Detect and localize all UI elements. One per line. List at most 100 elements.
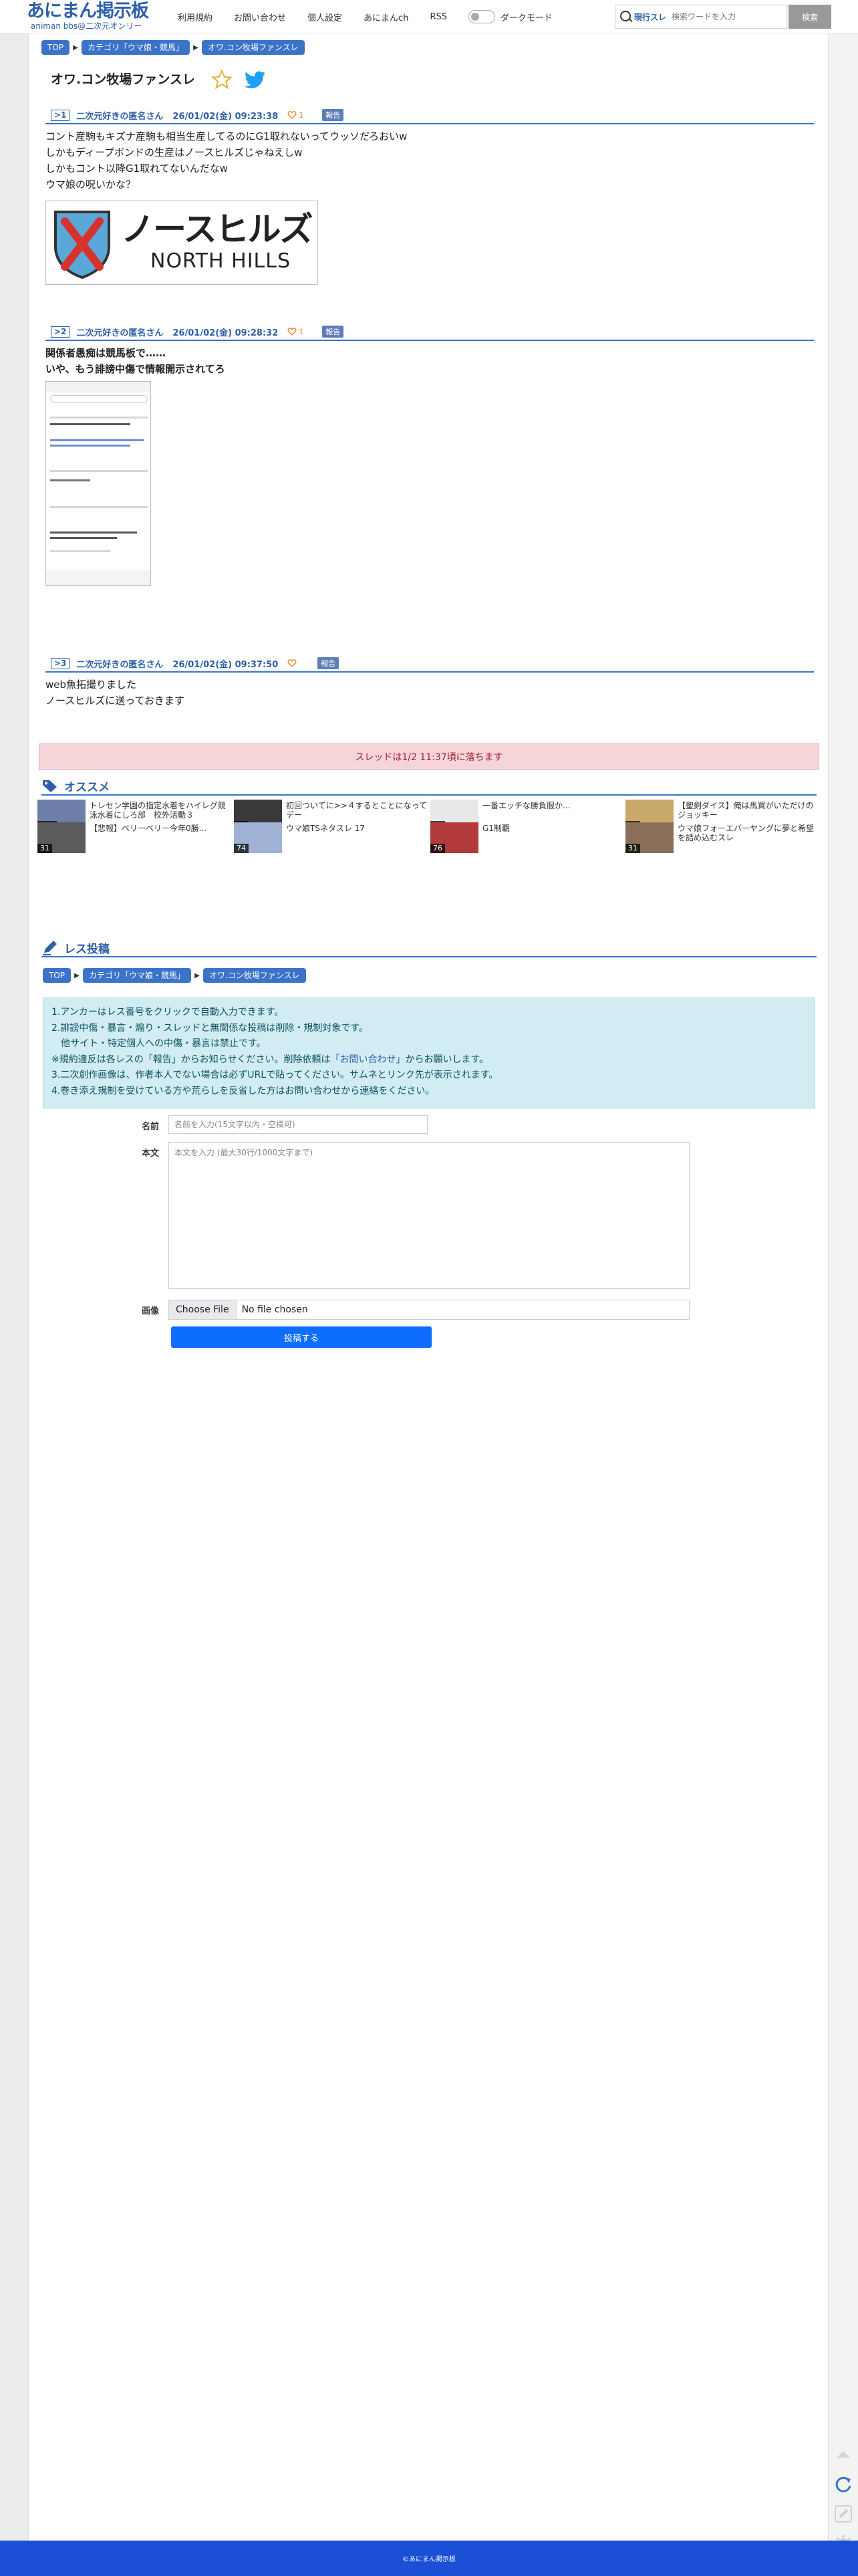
favorite-star-icon[interactable] [211,69,233,90]
post-number[interactable]: >3 [51,657,70,669]
recommend-header: オススメ [41,777,817,796]
site-logo[interactable]: あにまん掲示板 animan bbs@二次元オンリー [27,1,167,32]
dark-mode-label: ダークモード [500,13,553,23]
body-textarea[interactable] [168,1142,690,1289]
nav-settings[interactable]: 個人設定 [307,11,342,23]
breadcrumb-thread[interactable]: オワ.コン牧場ファンスレ [202,40,305,55]
report-button[interactable]: 報告 [322,326,344,338]
search-icon [615,5,634,28]
post-3: >3 二次元好きの匿名さん 26/01/02(金) 09:37:50 報告 we… [45,655,814,715]
like-heart-icon[interactable] [287,659,297,667]
post-body: コント産駒もキズナ産駒も相当生産してるのにG1取れないってウッソだろおいw しか… [45,124,814,193]
recommend-item[interactable]: 31 【悲報】ベリーベリー今年0勝... [37,822,231,853]
shot-line [50,439,144,441]
breadcrumb-category[interactable]: カテゴリ「ウマ娘・競馬」 [83,968,192,983]
breadcrumb-form: TOP ▶ カテゴリ「ウマ娘・競馬」 ▶ オワ.コン牧場ファンスレ [43,968,306,983]
post-1: >1 二次元好きの匿名さん 26/01/02(金) 09:23:38 1 報告 … [45,107,814,301]
rule-line: 他サイト・特定個人への中傷・暴言は禁止です。 [51,1038,266,1049]
logo-image-en-text: NORTH HILLS [150,249,291,273]
contact-link[interactable]: 「お問い合わせ」 [330,1054,405,1065]
post-number[interactable]: >1 [51,109,70,121]
dark-mode-control: ダークモード [468,10,553,23]
rule-line: ※規約違反は各レスの「報告」からお知らせください。削除依頼は「お問い合わせ」から… [51,1052,807,1068]
shot-line [50,417,148,419]
search-button[interactable]: 検索 [789,5,831,29]
recommend-title-text: 【聖剣ダイス】俺は馬買がいただけのジョッキー [678,801,814,820]
post-line: しかもコント以降G1取れてないんだなw [45,162,228,174]
dark-mode-toggle[interactable] [468,10,495,23]
shield-x-icon [54,211,110,279]
site-footer: ©あにまん掲示板 [0,2541,858,2576]
choose-file-button[interactable]: Choose File [169,1300,237,1319]
search-input[interactable] [672,12,772,21]
name-input[interactable] [168,1115,428,1134]
reply-count: 31 [37,844,52,853]
recommend-title-text: ウマ娘TSネタスレ 17 [286,824,366,833]
post-line: しかもディープボンドの生産はノースヒルズじゃねえしw [45,146,303,158]
breadcrumb-top[interactable]: TOP [43,968,72,983]
post-line: web魚拓撮りました [45,679,137,691]
reply-header: レス投稿 [41,939,817,957]
recommend-item[interactable]: 74 ウマ娘TSネタスレ 17 [234,822,428,853]
shot-line [50,470,148,472]
file-status: No file chosen [241,1304,308,1315]
recommend-title-text: G1制覇 [482,824,510,833]
breadcrumb-category[interactable]: カテゴリ「ウマ娘・競馬」 [82,40,190,55]
north-hills-logo-image[interactable]: ノースヒルズ NORTH HILLS [45,201,318,285]
right-gutter [829,0,858,2576]
report-button[interactable]: 報告 [322,109,344,121]
screenshot-thumbnail-image[interactable] [45,381,151,586]
post-body: 関係者愚痴は競馬板で…… いや、もう誹謗中傷で情報開示されてろ [45,341,814,377]
like-count: 1 [299,327,304,336]
logo-image-jp-text: ノースヒルズ [121,210,313,249]
shot-statusbar [46,382,150,392]
poster-name: 二次元好きの匿名さん [76,328,164,338]
breadcrumb: TOP ▶ カテゴリ「ウマ娘・競馬」 ▶ オワ.コン牧場ファンスレ [41,40,305,55]
like-heart-icon[interactable] [287,328,297,336]
post-body: web魚拓撮りました ノースヒルズに送っておきます [45,673,814,709]
logo-sub-text: animan bbs@二次元オンリー [31,21,142,31]
post-date: 26/01/02(金) 09:28:32 [172,328,279,338]
post-number[interactable]: >2 [51,326,70,338]
posting-rules: 1.アンカーはレス番号をクリックで自動入力できます。 2.誹謗中傷・暴言・煽り・… [43,998,815,1108]
nav-rss[interactable]: RSS [430,12,447,22]
post-line: コント産駒もキズナ産駒も相当生産してるのにG1取れないってウッソだろおいw [45,130,408,142]
scroll-top-icon[interactable] [833,2444,854,2466]
post-header: >2 二次元好きの匿名さん 26/01/02(金) 09:28:32 1 報告 [45,324,814,341]
shot-urlbar [50,395,148,403]
reply-count: 76 [430,844,445,853]
post-header: >3 二次元好きの匿名さん 26/01/02(金) 09:37:50 報告 [45,655,814,673]
breadcrumb-top[interactable]: TOP [41,40,70,55]
nav-contact[interactable]: お問い合わせ [234,11,286,23]
twitter-share-icon[interactable] [245,71,266,90]
breadcrumb-thread[interactable]: オワ.コン牧場ファンスレ [203,968,306,983]
recommend-title-text: 【悲報】ベリーベリー今年0勝... [90,824,207,833]
pen-icon [43,941,57,955]
write-icon[interactable] [833,2503,854,2525]
post-date: 26/01/02(金) 09:37:50 [172,659,279,670]
report-button[interactable]: 報告 [317,657,339,669]
recommend-item[interactable]: 76 G1制覇 [430,822,624,853]
shot-line [50,550,110,552]
nav-animanch[interactable]: あにまんch [364,11,408,23]
image-file-input[interactable]: Choose File No file chosen [168,1300,690,1320]
breadcrumb-separator: ▶ [193,43,198,51]
image-label: 画像 [142,1306,160,1316]
recommend-title-text: ウマ娘フォーエバーヤングに夢と希望を詰め込むスレ [678,824,815,842]
like-heart-icon[interactable] [287,111,297,119]
like-count: 1 [299,110,304,120]
search-scope-select[interactable]: 現行スレ [634,11,666,23]
breadcrumb-separator: ▶ [73,43,78,51]
recommend-title-text: 初回ついてに>>４するとことになってデー [286,801,428,820]
post-header: >1 二次元好きの匿名さん 26/01/02(金) 09:23:38 1 報告 [45,107,814,124]
reload-icon[interactable] [833,2474,854,2495]
poster-name: 二次元好きの匿名さん [76,111,164,122]
reply-count: 74 [234,844,249,853]
nav-terms[interactable]: 利用規約 [178,11,212,23]
rule-line: 1.アンカーはレス番号をクリックで自動入力できます。 [51,1007,284,1018]
breadcrumb-separator: ▶ [74,971,80,979]
submit-button[interactable]: 投稿する [171,1326,432,1348]
post-line: ウマ娘の呪いかな？ [45,179,136,191]
recommend-item[interactable]: 31 ウマ娘フォーエバーヤングに夢と希望を詰め込むスレ [625,822,819,853]
rule-line: 3.二次創作画像は、作者本人でない場合は必ずURLで貼ってください。サムネとリン… [51,1070,498,1080]
